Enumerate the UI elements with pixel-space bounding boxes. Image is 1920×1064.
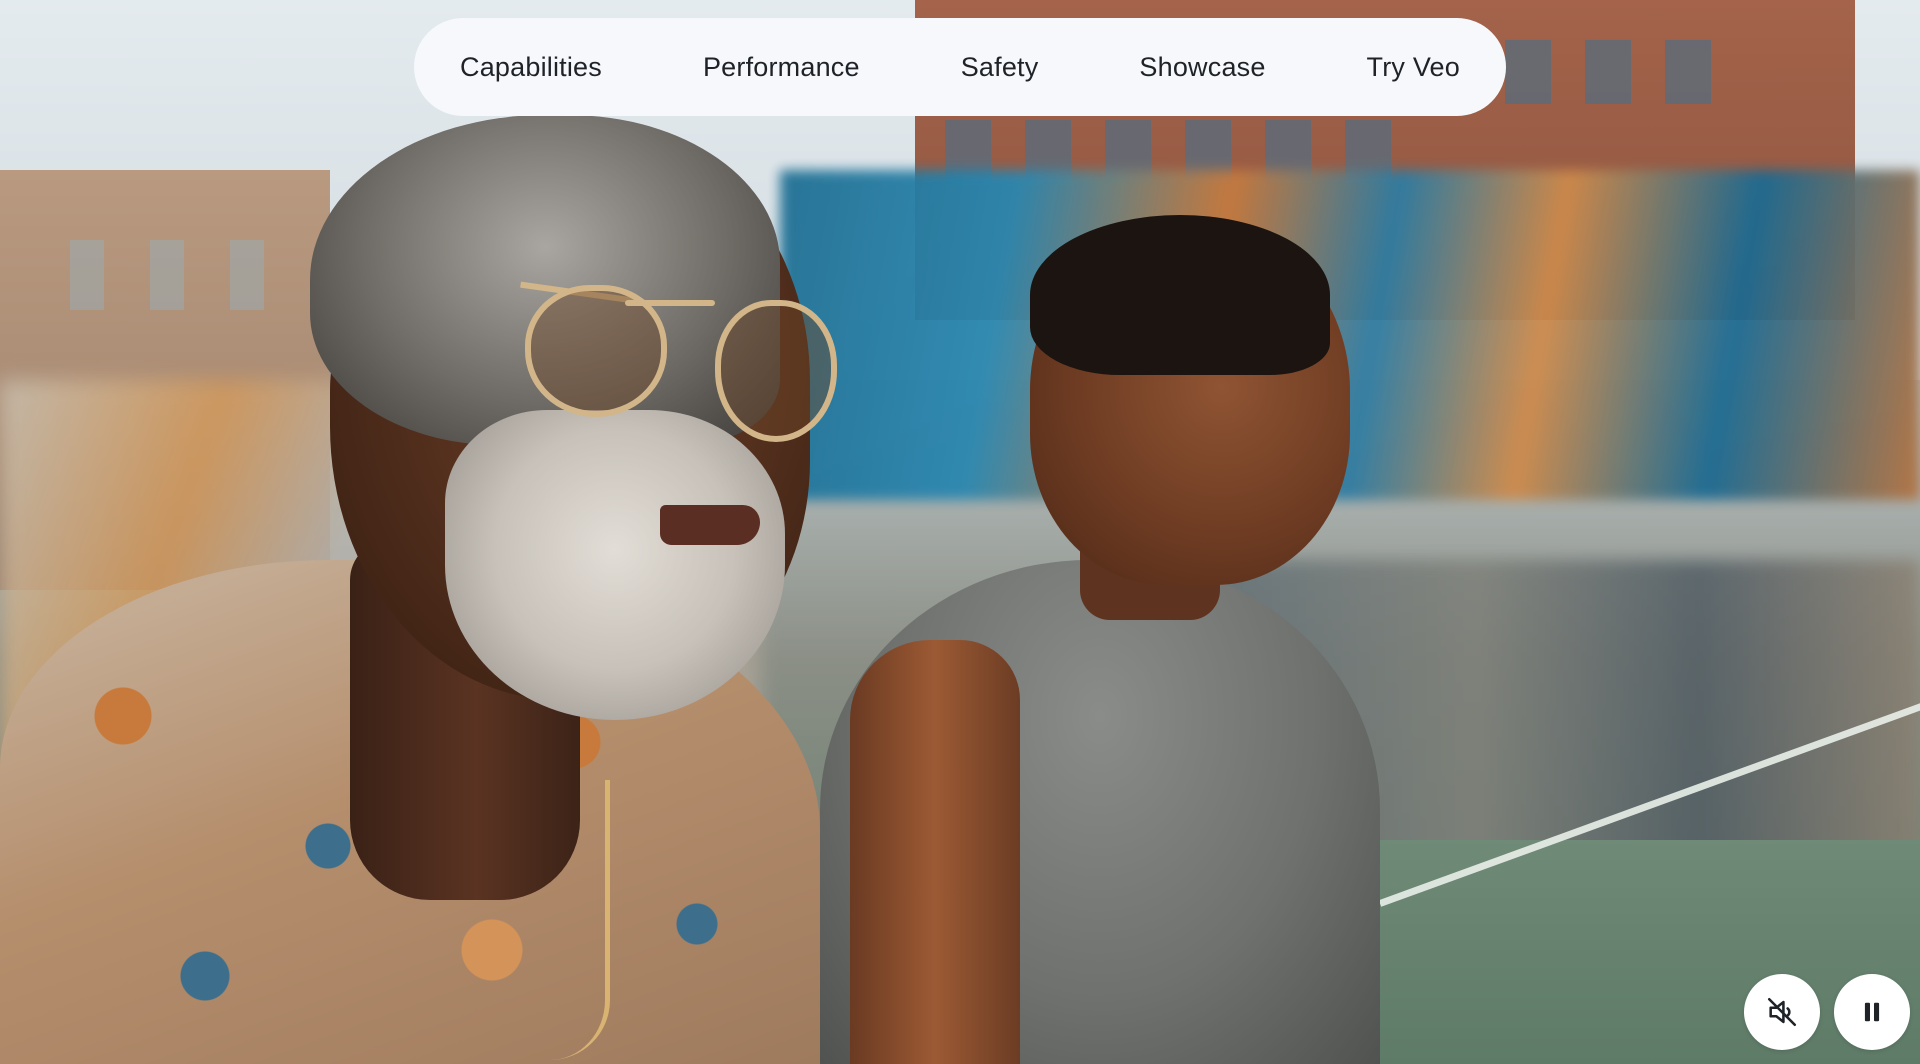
pause-button[interactable] [1834, 974, 1910, 1050]
video-man-left-beard [445, 410, 785, 720]
top-navigation: Capabilities Performance Safety Showcase… [414, 18, 1506, 116]
video-man-right-arm [850, 640, 1020, 1064]
nav-item-try-veo[interactable]: Try Veo [1367, 52, 1460, 83]
pause-icon [1864, 1002, 1880, 1022]
video-glasses-lens-right [715, 300, 837, 442]
nav-item-showcase[interactable]: Showcase [1139, 52, 1265, 83]
nav-item-capabilities[interactable]: Capabilities [460, 52, 602, 83]
video-glasses-bridge [625, 300, 715, 306]
video-gold-necklace [545, 780, 610, 1060]
video-man-right-hair [1030, 215, 1330, 375]
mute-button[interactable] [1744, 974, 1820, 1050]
video-graffiti-mural [780, 170, 1920, 500]
hero-video [0, 0, 1920, 1064]
nav-item-safety[interactable]: Safety [961, 52, 1039, 83]
nav-item-performance[interactable]: Performance [703, 52, 860, 83]
volume-muted-icon [1767, 997, 1797, 1027]
video-man-left-mouth [660, 505, 760, 545]
